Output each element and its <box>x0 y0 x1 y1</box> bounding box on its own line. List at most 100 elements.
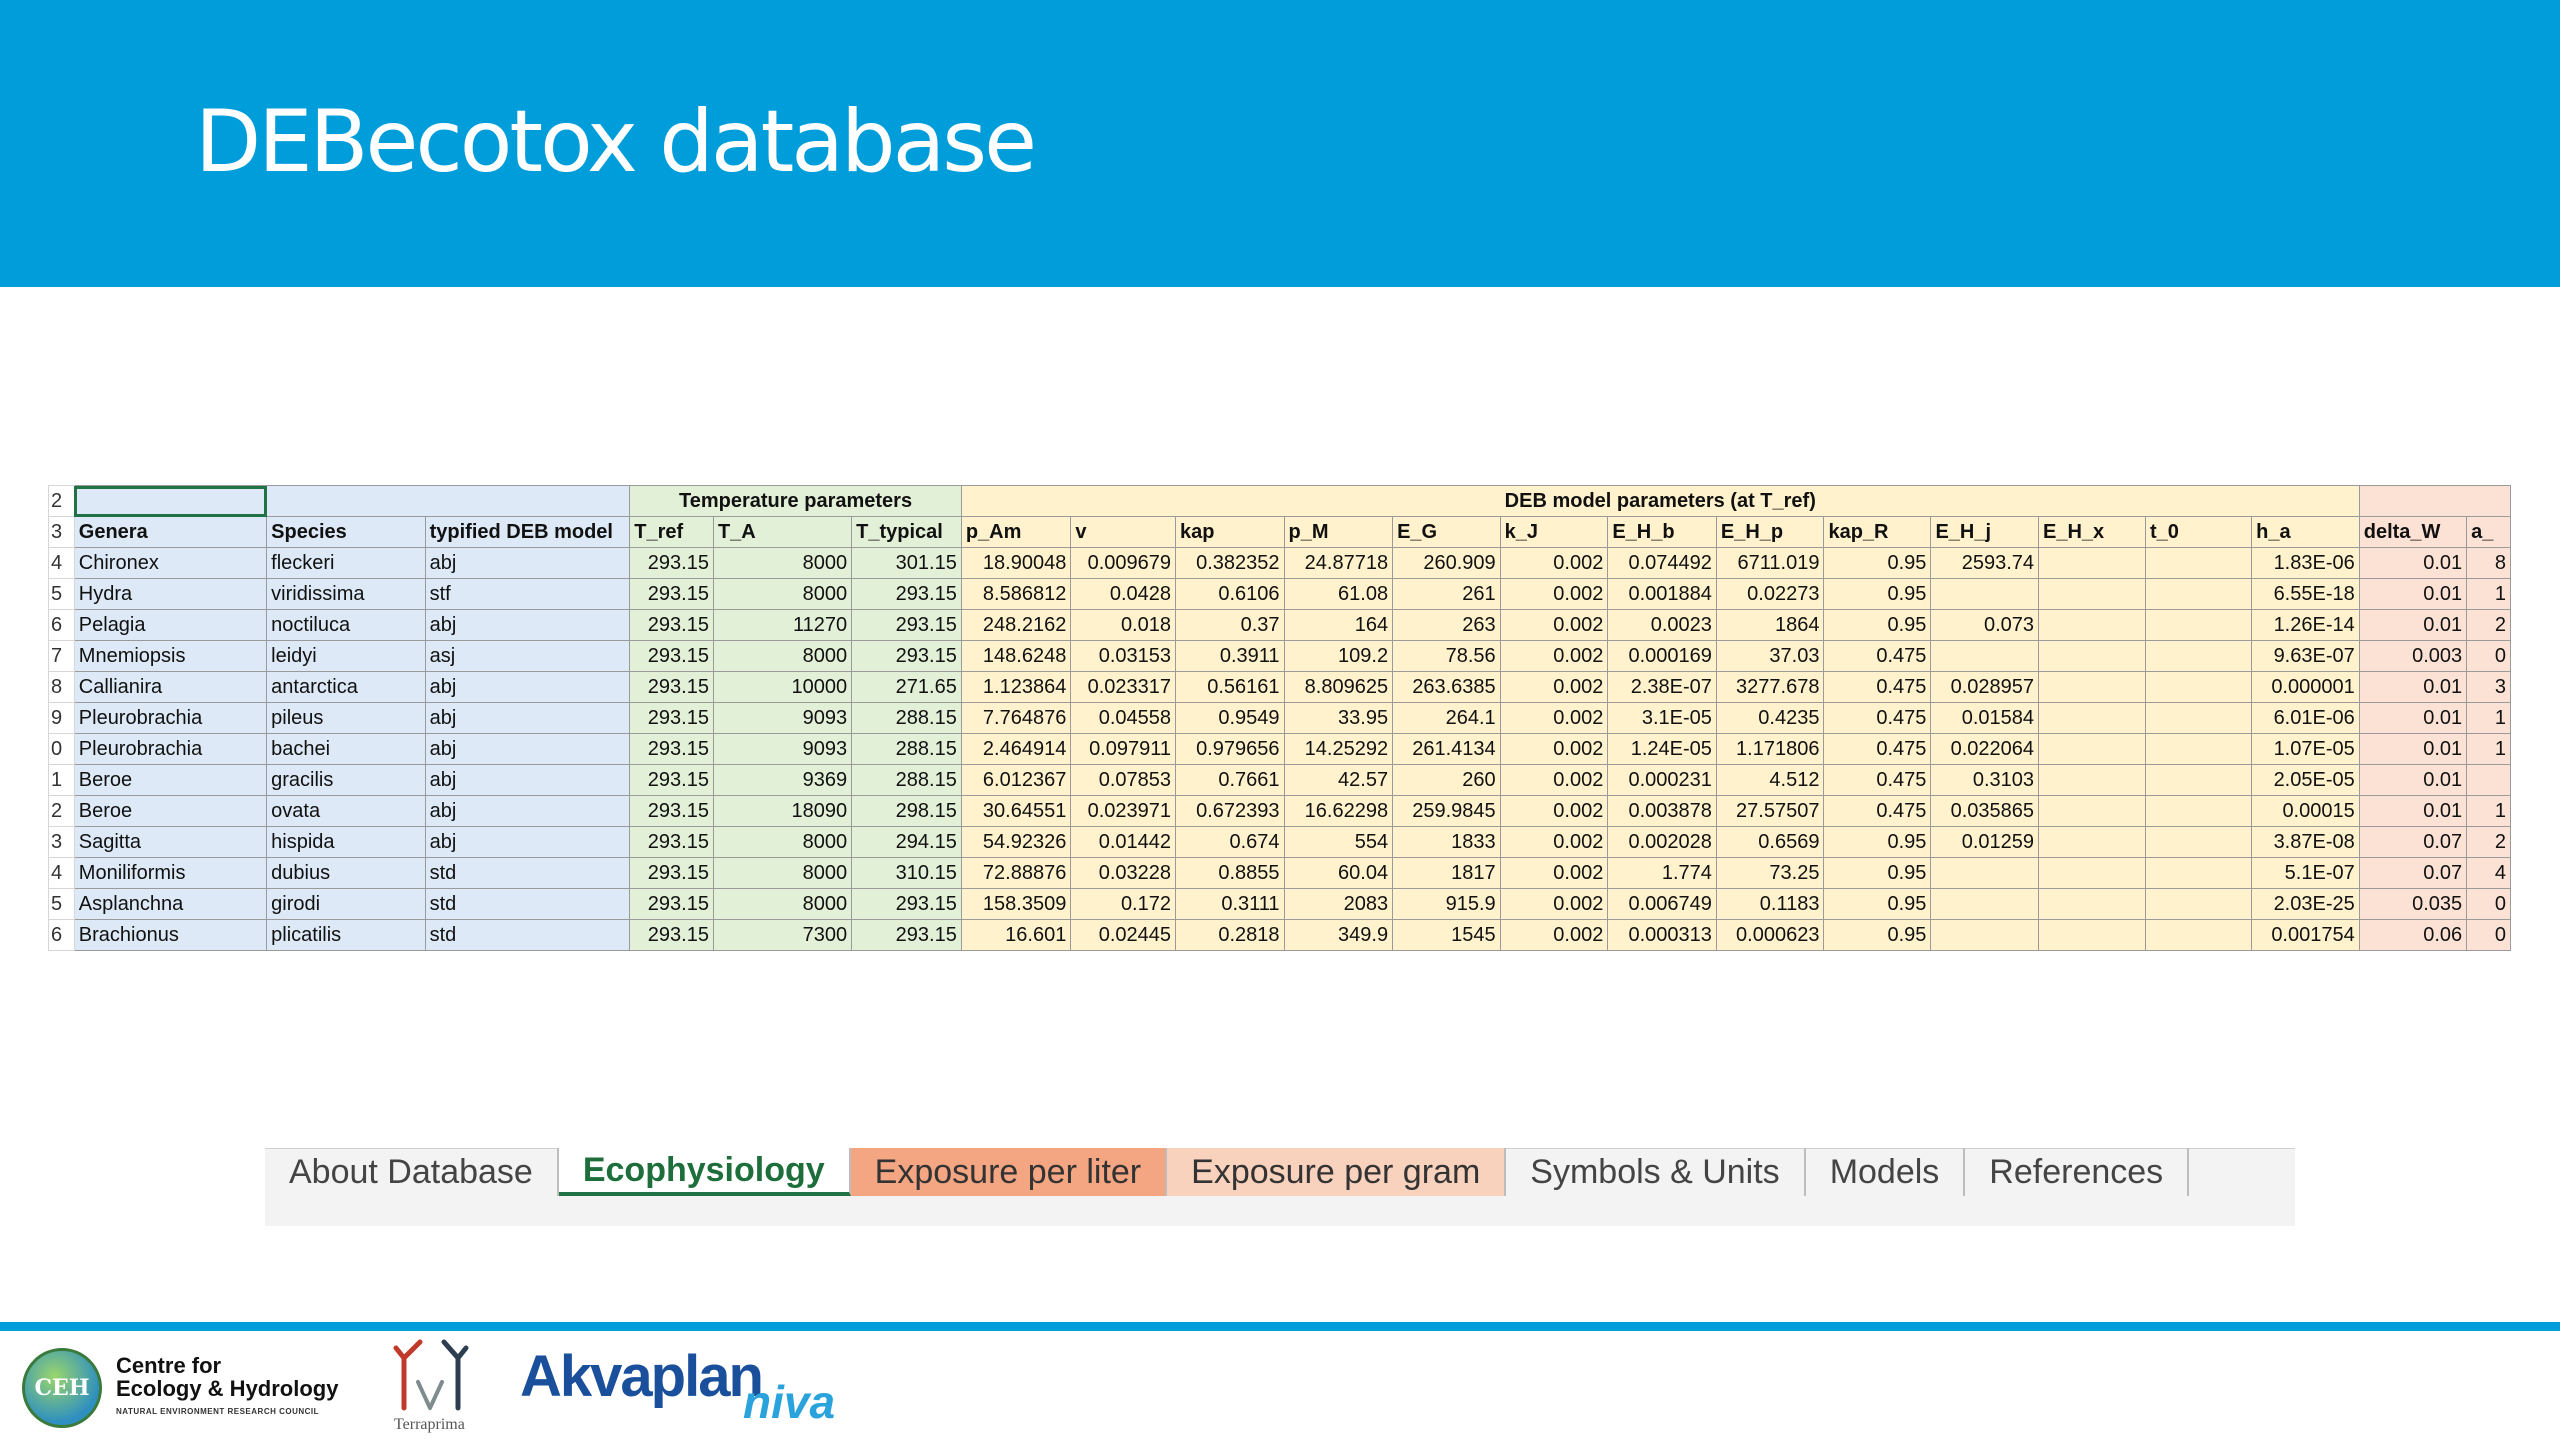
table-cell[interactable]: 293.15 <box>629 764 714 796</box>
table-cell[interactable]: 0.6106 <box>1175 578 1285 610</box>
column-header[interactable]: E_H_b <box>1607 516 1717 548</box>
table-cell[interactable]: 1 <box>2466 578 2511 610</box>
table-cell[interactable]: 0.023317 <box>1070 671 1176 703</box>
sheet-tab-exposure-per-gram[interactable]: Exposure per gram <box>1167 1148 1507 1196</box>
table-cell[interactable]: 0.001884 <box>1607 578 1717 610</box>
table-cell[interactable]: 0.097911 <box>1070 733 1176 765</box>
table-cell[interactable]: 0 <box>2466 888 2511 920</box>
table-cell[interactable]: 0.01 <box>2358 671 2468 703</box>
table-cell[interactable]: 0.01584 <box>1930 702 2040 734</box>
table-cell[interactable]: abj <box>424 609 631 641</box>
table-cell[interactable]: 0.382352 <box>1175 547 1285 579</box>
table-cell[interactable]: 0.95 <box>1823 919 1932 951</box>
table-cell[interactable]: 0.95 <box>1823 609 1932 641</box>
table-cell[interactable] <box>2145 733 2253 765</box>
table-cell[interactable]: noctiluca <box>266 609 426 641</box>
table-cell[interactable]: 0.002 <box>1499 547 1609 579</box>
table-cell[interactable] <box>2038 888 2147 920</box>
table-cell[interactable]: 0.01 <box>2358 547 2468 579</box>
table-cell[interactable]: 261 <box>1392 578 1501 610</box>
table-cell[interactable]: 0.002 <box>1499 826 1609 858</box>
table-cell[interactable] <box>2145 671 2253 703</box>
temperature-group-header[interactable]: Temperature parameters <box>629 485 962 517</box>
table-cell[interactable]: viridissima <box>266 578 426 610</box>
table-cell[interactable] <box>2038 733 2147 765</box>
table-cell[interactable]: 0.074492 <box>1607 547 1717 579</box>
table-cell[interactable]: std <box>424 919 631 951</box>
table-cell[interactable]: 293.15 <box>851 609 962 641</box>
table-cell[interactable]: Brachionus <box>73 919 268 951</box>
table-cell[interactable]: 0.002 <box>1499 888 1609 920</box>
table-cell[interactable]: 0.475 <box>1823 795 1932 827</box>
table-cell[interactable]: 0.95 <box>1823 826 1932 858</box>
table-cell[interactable]: 3.87E-08 <box>2251 826 2360 858</box>
table-cell[interactable]: 293.15 <box>629 609 714 641</box>
table-cell[interactable]: 5.1E-07 <box>2251 857 2360 889</box>
table-cell[interactable]: 0.000001 <box>2251 671 2360 703</box>
table-cell[interactable]: 263 <box>1392 609 1501 641</box>
table-cell[interactable] <box>1930 857 2040 889</box>
table-cell[interactable]: 0.00015 <box>2251 795 2360 827</box>
table-cell[interactable]: Asplanchna <box>73 888 268 920</box>
table-cell[interactable]: 1817 <box>1392 857 1501 889</box>
table-cell[interactable]: 293.15 <box>851 888 962 920</box>
table-cell[interactable]: 2.05E-05 <box>2251 764 2360 796</box>
table-cell[interactable] <box>2145 826 2253 858</box>
column-header[interactable]: p_M <box>1283 516 1394 548</box>
table-cell[interactable] <box>2466 764 2511 796</box>
table-cell[interactable]: 9093 <box>712 702 853 734</box>
column-header[interactable]: E_H_p <box>1715 516 1825 548</box>
table-cell[interactable]: 8000 <box>712 857 853 889</box>
table-cell[interactable]: 293.15 <box>629 702 714 734</box>
table-cell[interactable] <box>2145 888 2253 920</box>
table-cell[interactable]: 288.15 <box>851 764 962 796</box>
table-cell[interactable]: 1.83E-06 <box>2251 547 2360 579</box>
table-cell[interactable]: 248.2162 <box>960 609 1072 641</box>
table-cell[interactable]: 78.56 <box>1392 640 1501 672</box>
table-cell[interactable]: abj <box>424 547 631 579</box>
table-cell[interactable]: 260.909 <box>1392 547 1501 579</box>
table-cell[interactable]: gracilis <box>266 764 426 796</box>
column-header[interactable]: T_A <box>712 516 853 548</box>
table-cell[interactable]: std <box>424 857 631 889</box>
table-cell[interactable] <box>2145 764 2253 796</box>
table-cell[interactable]: 24.87718 <box>1283 547 1394 579</box>
empty-header-cell[interactable] <box>2358 485 2511 517</box>
table-cell[interactable]: 0.002 <box>1499 609 1609 641</box>
table-cell[interactable]: stf <box>424 578 631 610</box>
table-cell[interactable]: antarctica <box>266 671 426 703</box>
table-cell[interactable]: 0.03228 <box>1070 857 1176 889</box>
table-cell[interactable]: 1.774 <box>1607 857 1717 889</box>
table-cell[interactable]: 0.95 <box>1823 578 1932 610</box>
table-cell[interactable]: 293.15 <box>629 919 714 951</box>
sheet-tab-ecophysiology[interactable]: Ecophysiology <box>558 1148 851 1196</box>
table-cell[interactable]: 310.15 <box>851 857 962 889</box>
table-cell[interactable]: 54.92326 <box>960 826 1072 858</box>
table-cell[interactable]: 0.4235 <box>1715 702 1825 734</box>
table-cell[interactable] <box>2145 919 2253 951</box>
column-header[interactable]: t_0 <box>2145 516 2253 548</box>
column-header[interactable]: typified DEB model <box>424 516 631 548</box>
table-cell[interactable]: 11270 <box>712 609 853 641</box>
column-header[interactable]: T_typical <box>851 516 962 548</box>
table-cell[interactable] <box>2145 702 2253 734</box>
table-cell[interactable]: 7.764876 <box>960 702 1072 734</box>
table-cell[interactable]: 264.1 <box>1392 702 1501 734</box>
table-cell[interactable]: 0.01259 <box>1930 826 2040 858</box>
table-cell[interactable]: 0.01 <box>2358 609 2468 641</box>
table-cell[interactable]: 0.0023 <box>1607 609 1717 641</box>
table-cell[interactable]: 0.172 <box>1070 888 1176 920</box>
column-header[interactable]: p_Am <box>960 516 1072 548</box>
table-cell[interactable]: 9.63E-07 <box>2251 640 2360 672</box>
table-cell[interactable]: 10000 <box>712 671 853 703</box>
table-cell[interactable]: 1.26E-14 <box>2251 609 2360 641</box>
table-cell[interactable]: 6.55E-18 <box>2251 578 2360 610</box>
column-header[interactable]: E_G <box>1392 516 1501 548</box>
table-cell[interactable]: 0.002028 <box>1607 826 1717 858</box>
table-cell[interactable] <box>2038 702 2147 734</box>
table-cell[interactable]: 0.01 <box>2358 702 2468 734</box>
table-cell[interactable]: std <box>424 888 631 920</box>
table-cell[interactable] <box>2145 547 2253 579</box>
table-cell[interactable]: 271.65 <box>851 671 962 703</box>
table-cell[interactable]: 0.475 <box>1823 733 1932 765</box>
